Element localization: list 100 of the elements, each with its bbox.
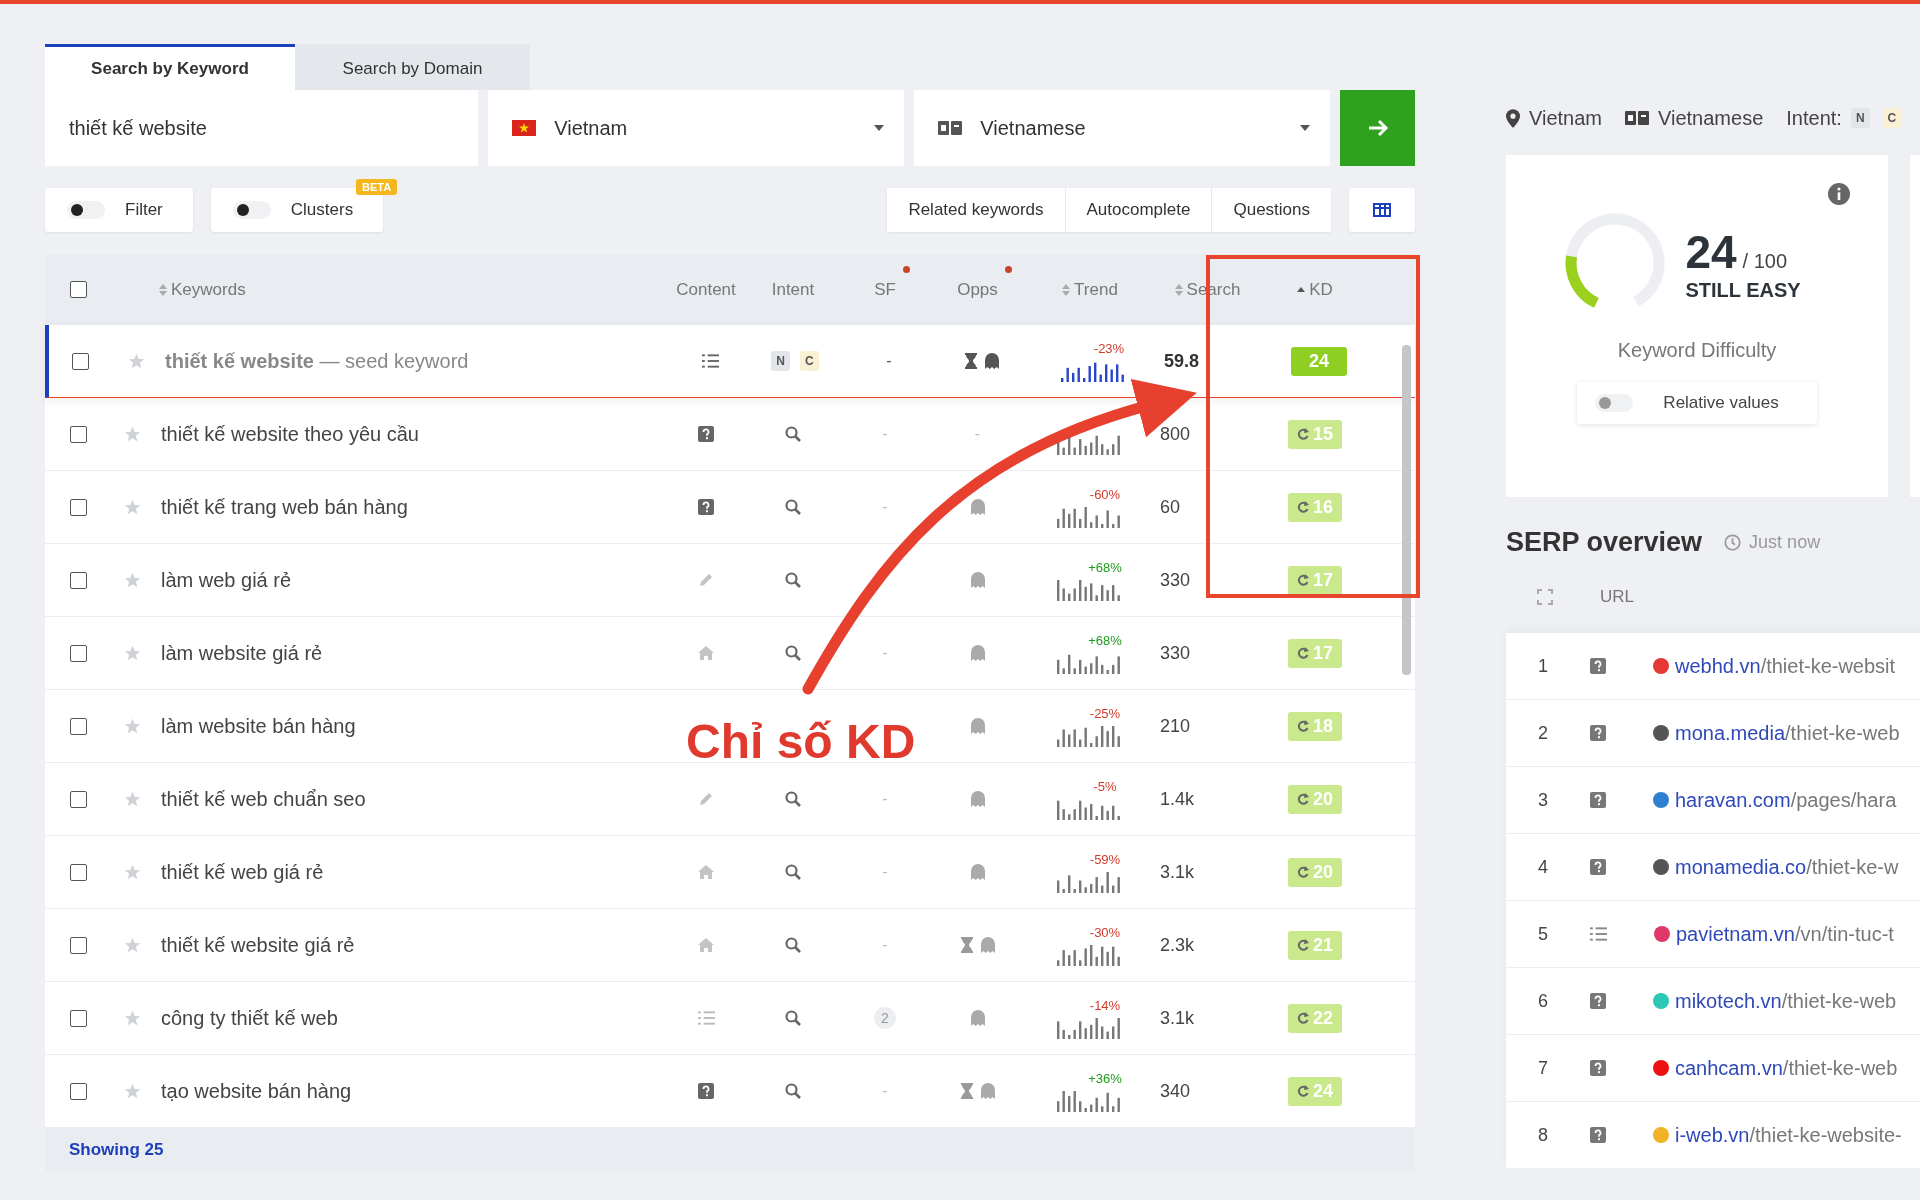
difficulty-verdict: STILL EASY	[1685, 278, 1801, 301]
switch[interactable]	[1595, 394, 1634, 412]
card-title: Keyword Difficulty	[1617, 339, 1777, 362]
view-button[interactable]: Questions	[1211, 188, 1331, 232]
checkbox[interactable]	[69, 1009, 87, 1027]
checkbox[interactable]	[69, 790, 87, 808]
result-url[interactable]: monamedia.co/thiet-ke-w	[1675, 855, 1899, 879]
result-url[interactable]: canhcam.vn/thiet-ke-web	[1675, 1056, 1898, 1080]
star-icon[interactable]	[123, 498, 141, 516]
kd-badge: 15	[1288, 419, 1342, 449]
star-icon[interactable]	[123, 1082, 141, 1100]
sort-icon	[159, 283, 167, 296]
kd-badge: 20	[1288, 857, 1342, 887]
checkbox[interactable]	[69, 863, 87, 881]
trend-change: -59%	[1089, 851, 1121, 867]
search-volume: 1.4k	[1160, 788, 1195, 809]
checkbox[interactable]	[69, 498, 87, 516]
rank-number: 5	[1538, 923, 1549, 945]
relative-values-toggle[interactable]: Relative values	[1577, 382, 1817, 424]
list-icon	[697, 1011, 715, 1025]
star-icon[interactable]	[123, 571, 141, 589]
column-header[interactable]: KD	[1297, 265, 1347, 314]
search-icon	[785, 1083, 801, 1099]
kd-badge: 21	[1288, 930, 1342, 960]
star-icon[interactable]	[123, 936, 141, 954]
columns-icon	[1373, 203, 1391, 217]
star-icon[interactable]	[123, 644, 141, 662]
info-icon[interactable]	[1828, 183, 1850, 205]
switch[interactable]	[67, 201, 105, 219]
search-volume: 330	[1160, 569, 1191, 590]
result-url[interactable]: i-web.vn/thiet-ke-website-	[1675, 1123, 1902, 1147]
tab[interactable]: Search by Domain	[295, 44, 530, 90]
ghost-icon	[970, 864, 985, 880]
keyword-link[interactable]: thiết kế website — seed keyword	[165, 349, 469, 372]
keyword-link[interactable]: làm website bán hàng	[161, 714, 356, 737]
star-icon[interactable]	[123, 717, 141, 735]
star-icon[interactable]	[123, 790, 141, 808]
checkbox[interactable]	[69, 425, 87, 443]
checkbox[interactable]	[69, 571, 87, 589]
switch[interactable]	[232, 201, 271, 219]
result-url[interactable]: webhd.vn/thiet-ke-websit	[1675, 654, 1896, 678]
keyword-link[interactable]: công ty thiết kế web	[161, 1006, 338, 1029]
star-icon[interactable]	[123, 1009, 141, 1027]
country-select[interactable]: Vietnam	[488, 90, 905, 166]
star-icon[interactable]	[127, 352, 145, 370]
sort-ascending-icon	[1297, 287, 1306, 292]
home-icon	[698, 865, 714, 879]
keyword-link[interactable]: thiết kế trang web bán hàng	[161, 495, 408, 518]
view-button[interactable]: Related keywords	[887, 188, 1065, 232]
checkbox[interactable]	[69, 717, 87, 735]
question-icon	[1590, 725, 1606, 741]
tab[interactable]: Search by Keyword	[45, 44, 295, 90]
checkbox[interactable]	[71, 352, 89, 370]
keyword-link[interactable]: thiết kế web giá rẻ	[161, 860, 324, 883]
keyword-link[interactable]: thiết kế website giá rẻ	[161, 933, 355, 956]
checkbox[interactable]	[69, 936, 87, 954]
column-header[interactable]: Opps	[957, 265, 1012, 314]
search-icon	[785, 572, 801, 588]
rank-number: 6	[1538, 990, 1549, 1012]
result-url[interactable]: mona.media/thiet-ke-web	[1675, 721, 1900, 745]
sort-icon	[1062, 283, 1071, 296]
keyword-link[interactable]: thiết kế web chuẩn seo	[161, 787, 366, 810]
kd-badge: 17	[1288, 565, 1342, 595]
question-icon	[1590, 993, 1606, 1009]
checkbox[interactable]	[69, 1082, 87, 1100]
ghost-icon	[970, 718, 985, 734]
question-icon	[1590, 658, 1606, 674]
checkbox[interactable]	[69, 281, 87, 298]
kd-badge: 24	[1288, 1076, 1342, 1106]
checkbox[interactable]	[69, 644, 87, 662]
question-icon	[698, 1083, 714, 1099]
result-url[interactable]: mikotech.vn/thiet-ke-web	[1675, 989, 1897, 1013]
column-header[interactable]: SF	[874, 265, 910, 314]
trend-change: -25%	[1089, 705, 1121, 721]
star-icon[interactable]	[123, 863, 141, 881]
language-select[interactable]: Vietnamese	[914, 90, 1331, 166]
column-header[interactable]: Intent	[771, 265, 829, 314]
columns-button[interactable]	[1349, 188, 1415, 232]
intent-badge: N	[771, 351, 790, 371]
column-header[interactable]: Content	[676, 265, 750, 314]
rank-number: 2	[1538, 722, 1549, 744]
difficulty-score: 24	[1685, 224, 1737, 279]
keyword-link[interactable]: làm web giá rẻ	[161, 568, 292, 591]
result-url[interactable]: pavietnam.vn/vn/tin-tuc-t	[1676, 922, 1894, 946]
keyword-link[interactable]: thiết kế website theo yêu cầu	[161, 422, 419, 445]
column-header[interactable]: Keywords	[159, 265, 260, 314]
keyword-link[interactable]: tạo website bán hàng	[161, 1079, 352, 1102]
column-header[interactable]: Trend	[1062, 265, 1132, 314]
keyword-link[interactable]: làm website giá rẻ	[161, 641, 323, 664]
refresh-icon	[1297, 793, 1309, 805]
ghost-icon	[984, 353, 999, 369]
keyword-field[interactable]: thiết kế website	[45, 90, 479, 166]
toggle-button[interactable]: Filter	[45, 188, 193, 232]
result-url[interactable]: haravan.com/pages/hara	[1675, 788, 1897, 812]
ghost-icon	[970, 499, 985, 515]
star-icon[interactable]	[123, 425, 141, 443]
pencil-icon	[698, 791, 714, 807]
ghost-icon	[970, 572, 985, 588]
view-button[interactable]: Autocomplete	[1064, 188, 1212, 232]
trend-change: +68%	[1088, 559, 1122, 575]
